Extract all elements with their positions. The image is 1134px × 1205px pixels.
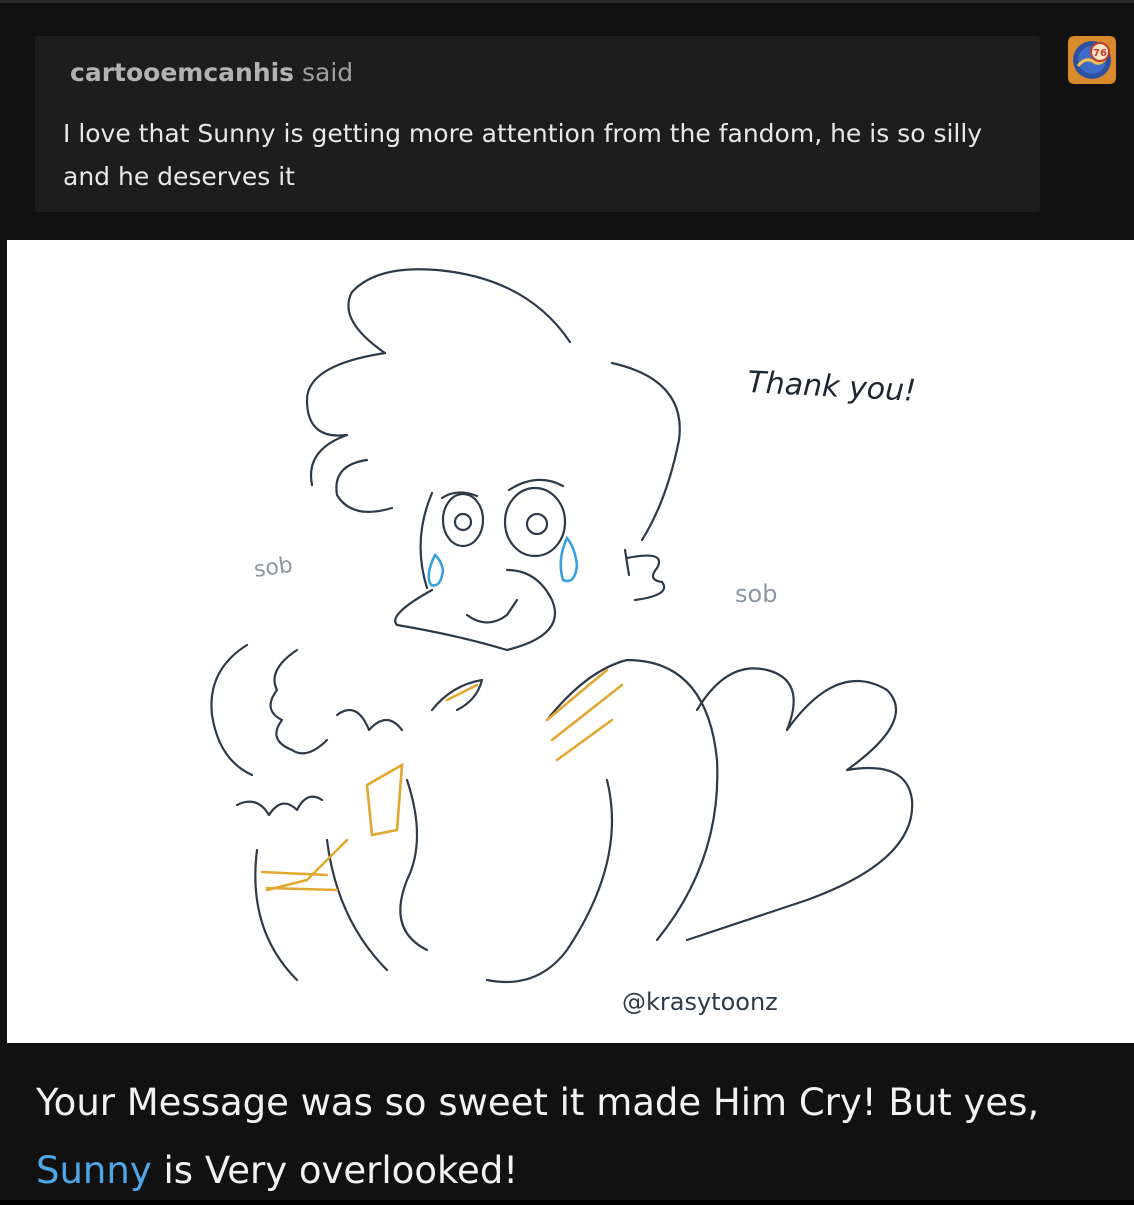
sketch-hair-top [347, 268, 572, 355]
sketch-body-right [545, 658, 719, 942]
drawing-sob-right: sob [735, 580, 777, 608]
tear-left [427, 552, 445, 587]
sketch-cheek-mark [625, 554, 666, 602]
sketch-cheek-tick [623, 548, 631, 577]
asker-name-link[interactable]: cartooemcanhis [70, 58, 294, 87]
sketch-left-fingers [269, 648, 329, 755]
sketch-left-wing-outer [210, 643, 254, 777]
sketch-right-wing [685, 667, 914, 942]
sketch-tears [427, 535, 579, 587]
sketch-body-inner [325, 838, 389, 972]
answer-part-1: Your Message was so sweet it made Him Cr… [36, 1081, 1040, 1124]
asker-line: cartooemcanhis said [70, 58, 353, 88]
sketch-hair-left [305, 351, 387, 487]
sketch-head-right [610, 361, 681, 542]
drawing-image: Thank you! sob sob @krasytoonz [7, 240, 1134, 1043]
sketch-gold-accents [260, 668, 624, 892]
answer-part-2: is Very overlooked! [163, 1149, 519, 1192]
sketch-left-pupil [453, 512, 473, 532]
answer-text: Your Message was so sweet it made Him Cr… [36, 1069, 1116, 1205]
sketch-beak [394, 568, 557, 652]
post-container: cartooemcanhis said I love that Sunny is… [0, 0, 1134, 1200]
avatar-badge-icon: 76 [1068, 36, 1116, 84]
drawing-sob-left: sob [252, 553, 294, 583]
sketch-illustration: Thank you! sob sob @krasytoonz [210, 268, 917, 1016]
sketch-left-knuckles [335, 708, 404, 732]
tear-right [559, 535, 579, 583]
sketch-mouth [465, 598, 519, 624]
sketch-crown [235, 795, 324, 817]
avatar[interactable]: 76 [1068, 36, 1116, 84]
sketch-body-lower [485, 778, 613, 984]
sketch-hair-curl [335, 458, 394, 513]
sketch-body-front [399, 778, 429, 952]
ask-box: cartooemcanhis said I love that Sunny is… [35, 36, 1040, 212]
sketch-right-eye [503, 486, 567, 558]
sketch-left-eye [441, 492, 485, 548]
sketch-body-left [254, 848, 299, 982]
drawing-thank-you-text: Thank you! [747, 365, 917, 409]
sketch-face-left [419, 491, 434, 590]
drawing-signature: @krasytoonz [622, 988, 778, 1016]
sunny-tag-link[interactable]: Sunny [36, 1149, 152, 1192]
sketch-right-pupil [525, 512, 549, 536]
avatar-badge-text: 76 [1093, 48, 1107, 59]
ask-question-text: I love that Sunny is getting more attent… [63, 119, 983, 191]
asker-said-label: said [302, 58, 354, 87]
